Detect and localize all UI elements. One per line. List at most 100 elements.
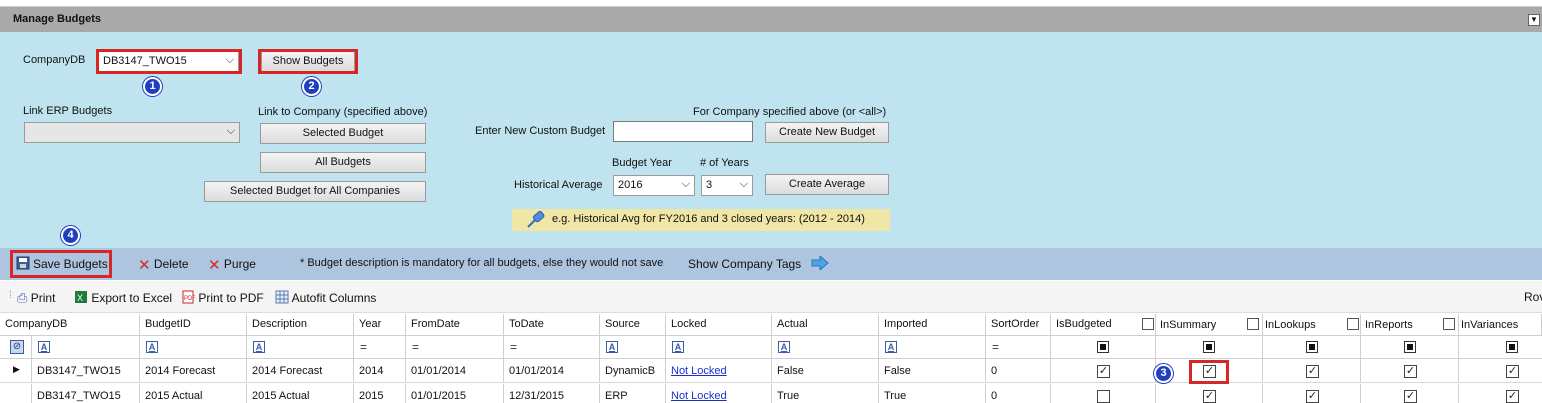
inlookups-checkbox[interactable]: ✓	[1306, 390, 1319, 403]
cell-actual[interactable]: True	[772, 384, 879, 403]
row-selector[interactable]: ▶	[0, 359, 32, 383]
invariances-header-checkbox[interactable]	[1443, 318, 1455, 330]
cell-description[interactable]: 2015 Actual	[247, 384, 354, 403]
column-header-actual[interactable]: Actual	[772, 314, 879, 336]
filter-checkbox-indeterminate[interactable]	[1306, 341, 1318, 353]
cell-todate[interactable]: 01/01/2014	[504, 359, 600, 383]
cell-todate[interactable]: 12/31/2015	[504, 384, 600, 403]
cell-sortorder[interactable]: 0	[986, 384, 1051, 403]
all-budgets-button[interactable]: All Budgets	[260, 152, 426, 173]
cell-locked[interactable]: Not Locked	[666, 359, 772, 383]
column-header-source[interactable]: Source	[600, 314, 666, 336]
create-new-budget-button[interactable]: Create New Budget	[765, 122, 889, 143]
filter-checkbox-indeterminate[interactable]	[1404, 341, 1416, 353]
collapse-chevron-icon[interactable]: ▼	[1528, 14, 1540, 26]
cell-year[interactable]: 2014	[354, 359, 406, 383]
cell-locked[interactable]: Not Locked	[666, 384, 772, 403]
filter-todate[interactable]: =	[504, 336, 600, 359]
purge-button[interactable]: ✕ Purge	[208, 256, 256, 274]
selected-budget-all-companies-button[interactable]: Selected Budget for All Companies	[204, 181, 426, 202]
export-excel-button[interactable]: X Export to Excel	[74, 290, 172, 305]
show-company-tags-button[interactable]: Show Company Tags	[688, 254, 829, 272]
filter-source[interactable]: A	[600, 336, 666, 359]
create-average-button[interactable]: Create Average	[765, 174, 889, 195]
filter-companydb[interactable]: A	[32, 336, 140, 359]
cell-budgetid[interactable]: 2014 Forecast	[140, 359, 247, 383]
cell-source[interactable]: DynamicB	[600, 359, 666, 383]
cell-insummary[interactable]: ✓	[1156, 384, 1263, 403]
budget-year-select[interactable]: 2016 ⌵	[613, 175, 695, 196]
column-header-invariances[interactable]: InVariances	[1443, 314, 1542, 336]
inlookups-checkbox[interactable]: ✓	[1306, 365, 1319, 378]
cell-inreports[interactable]: ✓	[1361, 359, 1459, 383]
filter-checkbox-indeterminate[interactable]	[1203, 341, 1215, 353]
inreports-header-checkbox[interactable]	[1347, 318, 1359, 330]
inreports-checkbox[interactable]: ✓	[1404, 390, 1417, 403]
filter-sortorder[interactable]: =	[986, 336, 1051, 359]
cell-invariances[interactable]: ✓	[1459, 359, 1542, 383]
save-budgets-button[interactable]: Save Budgets	[16, 256, 108, 271]
cell-companydb[interactable]: DB3147_TWO15	[32, 359, 140, 383]
filter-checkbox-indeterminate[interactable]	[1506, 341, 1518, 353]
filter-description[interactable]: A	[247, 336, 354, 359]
cell-actual[interactable]: False	[772, 359, 879, 383]
inlookups-header-checkbox[interactable]	[1247, 318, 1259, 330]
cell-companydb[interactable]: DB3147_TWO15	[32, 384, 140, 403]
cell-year[interactable]: 2015	[354, 384, 406, 403]
autofit-columns-button[interactable]: Autofit Columns	[275, 290, 376, 305]
column-header-imported[interactable]: Imported	[879, 314, 986, 336]
isbudgeted-checkbox[interactable]: ✓	[1097, 365, 1110, 378]
cell-budgetid[interactable]: 2015 Actual	[140, 384, 247, 403]
print-button[interactable]: ⎙ Print	[17, 290, 55, 306]
column-header-sortorder[interactable]: SortOrder	[986, 314, 1051, 336]
filter-isbudgeted[interactable]	[1051, 336, 1156, 359]
print-pdf-button[interactable]: PDF Print to PDF	[181, 290, 264, 305]
cell-invariances[interactable]: ✓	[1459, 384, 1542, 403]
cell-isbudgeted[interactable]: ✓	[1051, 359, 1156, 383]
filter-imported[interactable]: A	[879, 336, 986, 359]
column-header-description[interactable]: Description	[247, 314, 354, 336]
num-years-select[interactable]: 3 ⌵	[701, 175, 753, 196]
column-header-fromdate[interactable]: FromDate	[406, 314, 504, 336]
filter-invariances[interactable]	[1459, 336, 1542, 359]
filter-locked[interactable]: A	[666, 336, 772, 359]
filter-year[interactable]: =	[354, 336, 406, 359]
cell-sortorder[interactable]: 0	[986, 359, 1051, 383]
column-header-locked[interactable]: Locked	[666, 314, 772, 336]
isbudgeted-checkbox[interactable]	[1097, 390, 1110, 403]
column-header-companydb[interactable]: CompanyDB	[0, 314, 140, 336]
filter-fromdate[interactable]: =	[406, 336, 504, 359]
clear-filter-icon[interactable]: ⊘	[10, 340, 24, 354]
cell-isbudgeted[interactable]	[1051, 384, 1156, 403]
cell-fromdate[interactable]: 01/01/2015	[406, 384, 504, 403]
table-row[interactable]: ▶ DB3147_TWO15 2014 Forecast 2014 Foreca…	[0, 359, 1542, 383]
filter-budgetid[interactable]: A	[140, 336, 247, 359]
filter-checkbox-indeterminate[interactable]	[1097, 341, 1109, 353]
column-header-budgetid[interactable]: BudgetID	[140, 314, 247, 336]
custom-budget-input[interactable]	[613, 121, 753, 142]
row-selector[interactable]	[0, 384, 32, 403]
table-row[interactable]: DB3147_TWO15 2015 Actual 2015 Actual 201…	[0, 384, 1542, 403]
delete-button[interactable]: ✕ Delete	[138, 256, 189, 274]
filter-insummary[interactable]	[1156, 336, 1263, 359]
inreports-checkbox[interactable]: ✓	[1404, 365, 1417, 378]
cell-inreports[interactable]: ✓	[1361, 384, 1459, 403]
locked-link[interactable]: Not Locked	[671, 390, 727, 402]
invariances-checkbox[interactable]: ✓	[1506, 365, 1519, 378]
column-header-todate[interactable]: ToDate	[504, 314, 600, 336]
invariances-checkbox[interactable]: ✓	[1506, 390, 1519, 403]
cell-source[interactable]: ERP	[600, 384, 666, 403]
selected-budget-button[interactable]: Selected Budget	[260, 123, 426, 144]
cell-fromdate[interactable]: 01/01/2014	[406, 359, 504, 383]
filter-clear-cell[interactable]: ⊘	[0, 336, 32, 359]
filter-inlookups[interactable]	[1263, 336, 1361, 359]
cell-inlookups[interactable]: ✓	[1263, 359, 1361, 383]
column-header-year[interactable]: Year	[354, 314, 406, 336]
cell-inlookups[interactable]: ✓	[1263, 384, 1361, 403]
cell-imported[interactable]: True	[879, 384, 986, 403]
cell-imported[interactable]: False	[879, 359, 986, 383]
link-erp-select[interactable]: ⌵	[24, 122, 240, 143]
cell-description[interactable]: 2014 Forecast	[247, 359, 354, 383]
filter-actual[interactable]: A	[772, 336, 879, 359]
column-header-isbudgeted[interactable]: IsBudgeted	[1051, 314, 1156, 336]
